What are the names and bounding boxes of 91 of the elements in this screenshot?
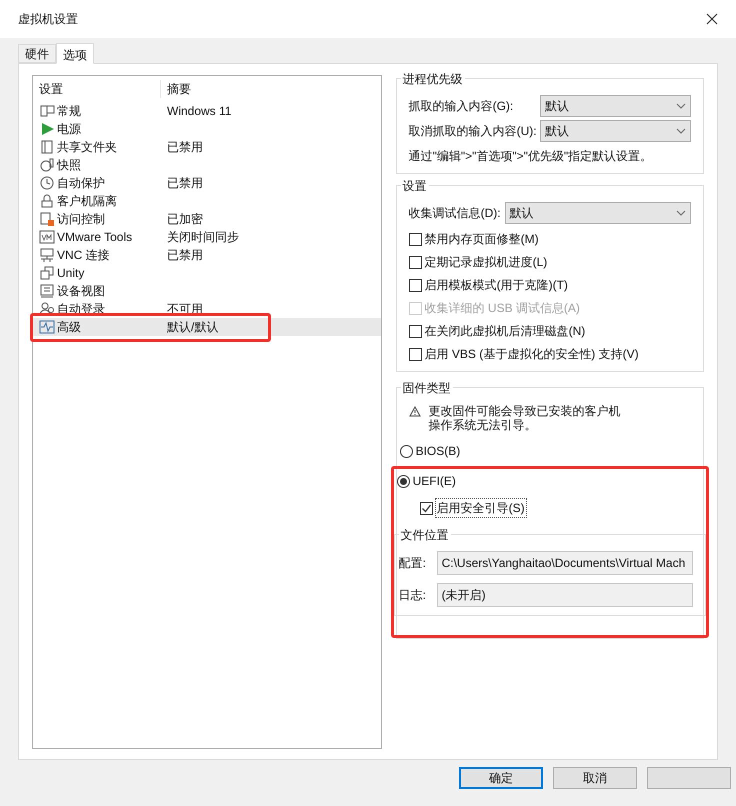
- setting-summary: 已禁用: [166, 247, 203, 264]
- warning-text: 操作系统无法引导。: [428, 418, 538, 432]
- setting-summary: Windows 11: [166, 103, 232, 120]
- checkbox[interactable]: [408, 348, 422, 360]
- radio-button[interactable]: [396, 474, 410, 488]
- dialog-button[interactable]: 确定: [459, 767, 543, 789]
- monitor-icon: [39, 103, 55, 119]
- group-title: 固件类型: [400, 379, 453, 397]
- settings-row[interactable]: 客户机隔离: [33, 192, 381, 210]
- field-label: 收集调试信息(D):: [408, 205, 501, 222]
- setting-summary: 已加密: [166, 211, 203, 228]
- group-title: 进程优先级: [400, 70, 465, 88]
- setting-name: VNC 连接: [57, 247, 110, 264]
- dialog-button[interactable]: 取消: [553, 767, 637, 789]
- settings-row[interactable]: 电源: [33, 120, 381, 138]
- setting-name: 访问控制: [57, 211, 105, 228]
- dropdown-value: 默认: [545, 123, 569, 140]
- access-icon: [39, 211, 55, 227]
- checkbox-label: 定期记录虚拟机进度(L): [424, 254, 548, 271]
- setting-name: 设备视图: [57, 283, 105, 300]
- setting-name: 客户机隔离: [57, 193, 117, 210]
- play-icon: [39, 121, 55, 137]
- checkbox[interactable]: [408, 324, 422, 338]
- dropdown[interactable]: 默认: [540, 120, 691, 142]
- vm-icon: [39, 229, 55, 245]
- checkbox[interactable]: [408, 232, 422, 246]
- checkbox-label: 收集详细的 USB 调试信息(A): [424, 300, 580, 317]
- checkbox[interactable]: [408, 278, 422, 292]
- dropdown[interactable]: 默认: [504, 202, 691, 224]
- settings-row[interactable]: Unity: [33, 264, 381, 282]
- checkbox-label: 启用模板模式(用于克隆)(T): [424, 277, 568, 294]
- settings-row[interactable]: 共享文件夹 已禁用: [33, 138, 381, 156]
- field-label: 抓取的输入内容(G):: [408, 98, 514, 115]
- field-label: 日志:: [398, 587, 427, 604]
- setting-name: 电源: [57, 121, 81, 138]
- setting-name: 快照: [57, 157, 81, 174]
- chevron-icon: [676, 210, 686, 216]
- setting-name: Unity: [57, 265, 84, 282]
- checkbox-label: 在关闭此虚拟机后清理磁盘(N): [424, 323, 586, 340]
- dropdown[interactable]: 默认: [540, 95, 691, 117]
- setting-name: 常规: [57, 103, 81, 120]
- dropdown-value: 默认: [510, 205, 534, 222]
- checkbox-label: 禁用内存页面修整(M): [424, 231, 539, 248]
- settings-row[interactable]: VMware Tools 关闭时间同步: [33, 228, 381, 246]
- close-icon[interactable]: [706, 13, 718, 25]
- pulse-icon: [39, 319, 55, 335]
- warning-icon: [408, 406, 421, 417]
- checkbox[interactable]: [408, 256, 422, 268]
- column-header: 摘要: [166, 81, 191, 98]
- settings-row[interactable]: 设备视图: [33, 282, 381, 300]
- folder-icon: [39, 139, 55, 155]
- lock-icon: [39, 193, 55, 209]
- setting-summary: 关闭时间同步: [166, 229, 239, 246]
- path-field[interactable]: (未开启): [436, 583, 693, 607]
- settings-row[interactable]: 高级 默认/默认: [33, 318, 381, 336]
- group-title: 文件位置: [398, 526, 451, 544]
- settings-row[interactable]: 常规 Windows 11: [33, 102, 381, 120]
- radio-label: UEFI(E): [412, 473, 456, 490]
- hint-text: 通过"编辑">"首选项">"优先级"指定默认设置。: [408, 148, 654, 165]
- setting-summary: 已禁用: [166, 175, 203, 192]
- chevron-icon: [676, 128, 686, 134]
- settings-row[interactable]: VNC 连接 已禁用: [33, 246, 381, 264]
- setting-name: VMware Tools: [57, 229, 132, 246]
- device-icon: [39, 283, 55, 299]
- chevron-icon: [676, 103, 686, 109]
- windows-icon: [39, 265, 55, 281]
- checkbox[interactable]: [420, 502, 433, 514]
- tab[interactable]: 选项: [56, 43, 94, 64]
- settings-row[interactable]: 访问控制 已加密: [33, 210, 381, 228]
- setting-name: 共享文件夹: [57, 139, 117, 156]
- setting-name: 高级: [57, 319, 81, 336]
- path-field[interactable]: C:\Users\Yanghaitao\Documents\Virtual Mach: [436, 551, 693, 575]
- checkbox-label: 启用 VBS (基于虚拟化的安全性) 支持(V): [424, 346, 639, 363]
- clock-icon: [39, 175, 55, 191]
- network-icon: [39, 247, 55, 263]
- checkbox-label: 启用安全引导(S): [434, 498, 527, 518]
- setting-summary: 默认/默认: [166, 319, 218, 336]
- radio-label: BIOS(B): [416, 443, 460, 460]
- snapshot-icon: [39, 157, 55, 173]
- settings-row[interactable]: 快照: [33, 156, 381, 174]
- settings-row[interactable]: 自动保护 已禁用: [33, 174, 381, 192]
- window-title: 虚拟机设置: [18, 11, 78, 28]
- tab[interactable]: 硬件: [18, 44, 56, 63]
- warning-text: 更改固件可能会导致已安装的客户机: [428, 404, 621, 418]
- field-label: 配置:: [398, 555, 427, 572]
- dropdown-value: 默认: [545, 98, 569, 115]
- setting-name: 自动保护: [57, 175, 105, 192]
- field-label: 取消抓取的输入内容(U):: [408, 123, 537, 140]
- setting-summary: 已禁用: [166, 139, 203, 156]
- column-header: 设置: [33, 80, 161, 98]
- radio-button[interactable]: [400, 444, 413, 458]
